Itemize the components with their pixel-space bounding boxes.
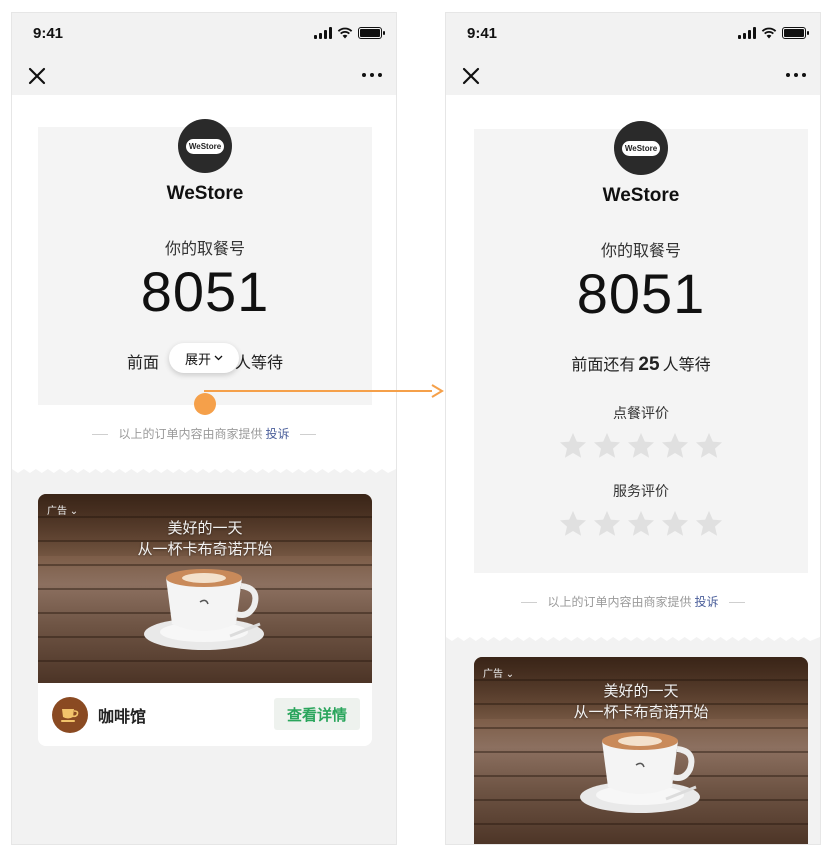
wifi-icon [761,27,777,39]
disclaimer: 以上的订单内容由商家提供 投诉 [446,593,820,610]
store-name: WeStore [602,185,680,206]
star-icon[interactable] [660,431,690,461]
wifi-icon [337,27,353,39]
star-icon[interactable] [694,431,724,461]
phone-screen-collapsed: 9:41 WeStore WeStore 你的取餐号 8051 前面 人等待 展开… [11,12,397,845]
pickup-number: 8051 [576,262,706,325]
queue-prefix: 前面还有 [571,357,636,374]
signal-icon [314,27,332,39]
pickup-number: 8051 [140,260,270,323]
close-icon[interactable] [462,67,480,85]
ticket-edge [12,466,396,473]
pickup-number-label: 你的取餐号 [164,241,245,258]
service-rating-label: 服务评价 [613,483,669,499]
ad-tag[interactable]: 广告 ⌄ [47,502,78,517]
coffee-cup-icon [144,569,264,650]
complaint-link[interactable]: 投诉 [266,427,290,441]
ticket-area: WeStore WeStore 你的取餐号 8051 前面还有 25 人等待 点餐评… [446,95,820,641]
queue-status: 前面还有 25 人等待 [474,351,808,376]
star-icon[interactable] [592,509,622,539]
ad-card[interactable]: 广告 ⌄ 美好的一天 从一杯卡布奇诺开始 咖啡馆 查看详情 [38,494,372,746]
star-icon[interactable] [558,509,588,539]
star-icon[interactable] [626,431,656,461]
star-icon[interactable] [694,509,724,539]
nav-bar [446,59,820,95]
more-icon[interactable] [786,73,806,77]
queue-prefix: 前面 [126,355,159,372]
battery-icon [782,27,809,39]
signal-icon [738,27,756,39]
ticket-card: WeStore WeStore 你的取餐号 8051 前面还有 25 人等待 点餐评… [474,121,808,573]
more-icon[interactable] [362,73,382,77]
star-icon[interactable] [558,431,588,461]
expand-label: 展开 [184,351,211,367]
ticket-card: WeStore WeStore 你的取餐号 8051 前面 人等待 展开 [38,119,372,405]
chevron-down-icon [214,355,223,361]
status-time: 9:41 [467,25,498,42]
star-icon[interactable] [660,509,690,539]
status-bar: 9:41 [12,13,396,59]
service-rating-stars[interactable] [474,509,808,539]
disclaimer-text: 以上的订单内容由商家提供 [547,595,692,609]
disclaimer-text: 以上的订单内容由商家提供 [118,427,263,441]
complaint-link[interactable]: 投诉 [695,595,719,609]
status-icons [314,27,385,39]
battery-icon [358,27,385,39]
order-rating-label: 点餐评价 [613,405,669,421]
logo-text: WeStore [622,140,660,156]
shop-avatar [52,697,88,733]
phone-screen-expanded: 9:41 WeStore WeStore 你的取餐号 8051 前面还有 25 人等… [445,12,821,845]
expand-button[interactable]: 展开 [169,343,239,373]
status-bar: 9:41 [446,13,820,59]
queue-suffix: 人等待 [662,357,711,374]
close-icon[interactable] [28,67,46,85]
ad-image[interactable]: 广告 ⌄ 美好的一天 从一杯卡布奇诺开始 [38,494,372,683]
store-name: WeStore [166,183,244,204]
ad-card[interactable]: 广告 ⌄ 美好的一天 从一杯卡布奇诺开始 [474,657,808,844]
logo-text: WeStore [186,138,224,154]
ad-slogan: 美好的一天 从一杯卡布奇诺开始 [573,683,709,721]
disclaimer: 以上的订单内容由商家提供 投诉 [12,425,396,442]
ticket-edge [446,634,820,641]
ad-image[interactable]: 广告 ⌄ 美好的一天 从一杯卡布奇诺开始 [474,657,808,844]
ad-footer: 咖啡馆 查看详情 [38,683,372,746]
queue-count: 25 [638,354,660,375]
view-details-button[interactable]: 查看详情 [274,698,360,730]
queue-suffix: 人等待 [235,355,284,372]
ad-tag[interactable]: 广告 ⌄ [483,665,514,680]
coffee-cup-icon [580,732,700,813]
status-time: 9:41 [33,25,64,42]
shop-name: 咖啡馆 [98,709,147,726]
order-rating-stars[interactable] [474,431,808,461]
store-logo: WeStore [614,121,668,175]
cup-icon [61,709,79,722]
ad-slogan: 美好的一天 从一杯卡布奇诺开始 [137,520,273,558]
transition-arrow [204,384,444,398]
star-icon[interactable] [592,431,622,461]
nav-bar [12,59,396,95]
pickup-number-label: 你的取餐号 [600,243,681,260]
star-icon[interactable] [626,509,656,539]
status-icons [738,27,809,39]
store-logo: WeStore [178,119,232,173]
